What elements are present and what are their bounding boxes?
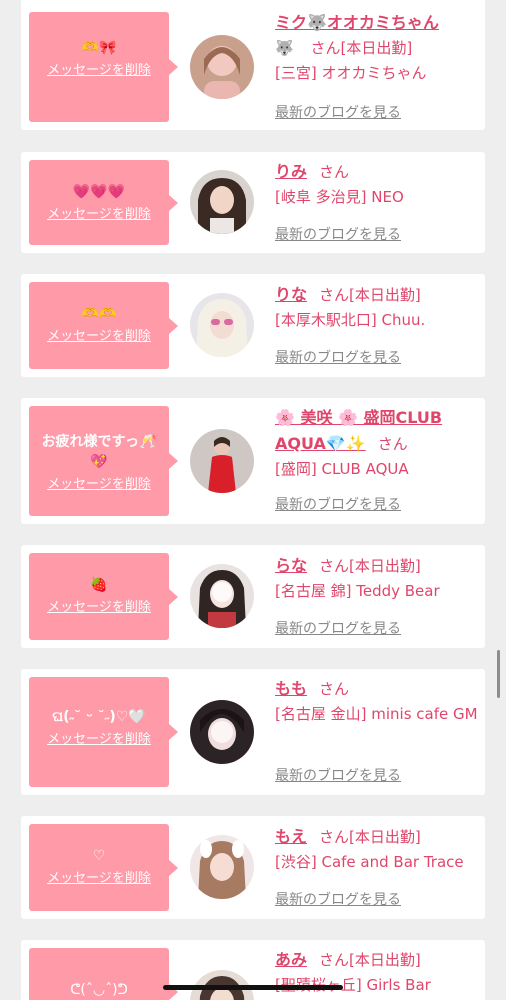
cast-info: ミク🐺オオカミちゃん 🐺 さん[本日出勤] [三宮] オオカミちゃん bbox=[275, 10, 480, 86]
avatar[interactable] bbox=[190, 700, 254, 764]
avatar[interactable] bbox=[190, 429, 254, 493]
message-bubble: 🫶🎀 メッセージを削除 bbox=[29, 12, 178, 122]
message-bubble: ଘ(˶˘ ᵕ ˘˶)♡🤍 メッセージを削除 bbox=[29, 677, 178, 787]
message-text: 🫶🫶 bbox=[81, 306, 117, 322]
cast-name-link[interactable]: もも bbox=[275, 679, 307, 698]
cast-name-link[interactable]: りな bbox=[275, 285, 307, 304]
avatar[interactable] bbox=[190, 293, 254, 357]
wolf-icon: 🐺 bbox=[275, 39, 294, 57]
message-bubble: 🍓 メッセージを削除 bbox=[29, 553, 178, 640]
shop-name: [岐阜 多治見] NEO bbox=[275, 188, 404, 206]
avatar[interactable] bbox=[190, 564, 254, 628]
shift-status: [本日出勤] bbox=[340, 39, 413, 57]
message-text: お疲れ様ですっ🥂💖 bbox=[41, 434, 157, 470]
list-item: ଘ(˶˘ ᵕ ˘˶)♡🤍 メッセージを削除 もも さん [名古屋 金山] mini… bbox=[21, 669, 485, 795]
cast-name-link[interactable]: らな bbox=[275, 556, 307, 575]
list-item: 🫶🫶 メッセージを削除 りな さん[本日出勤] [本厚木駅北口] Chuu. 最新… bbox=[21, 274, 485, 377]
cast-info: りみ さん [岐阜 多治見] NEO bbox=[275, 159, 480, 210]
delete-message-link[interactable]: メッセージを削除 bbox=[47, 62, 151, 80]
cast-info: りな さん[本日出勤] [本厚木駅北口] Chuu. bbox=[275, 282, 480, 333]
page: 🫶🎀 メッセージを削除 ミク🐺オオカミちゃん 🐺 さん[本日出勤] [三宮] オ… bbox=[0, 0, 506, 1000]
honorific: さん bbox=[319, 286, 350, 304]
delete-message-link[interactable]: メッセージを削除 bbox=[47, 870, 151, 888]
latest-blog-link[interactable]: 最新のブログを見る bbox=[275, 347, 401, 367]
latest-blog-link[interactable]: 最新のブログを見る bbox=[275, 618, 401, 638]
cast-name-link[interactable]: もえ bbox=[275, 827, 307, 846]
list-item: ᕦ(ˆ◡ˆ)ᕤ メッセージを削除 あみさん[本日出勤] [聖蹟桜ヶ丘] Girl… bbox=[21, 940, 485, 1000]
honorific: さん bbox=[310, 39, 341, 57]
cast-name-link[interactable]: 🌸 美咲 🌸 盛岡CLUB AQUA💎✨ bbox=[275, 408, 442, 453]
latest-blog-link[interactable]: 最新のブログを見る bbox=[275, 224, 401, 244]
shop-name: [名古屋 金山] minis cafe GM bbox=[275, 705, 478, 723]
home-indicator[interactable] bbox=[163, 985, 343, 990]
cast-info: あみ さん[本日出勤] [聖蹟桜ヶ丘] Girls Bar bbox=[275, 947, 480, 998]
message-text: ᕦ(ˆ◡ˆ)ᕤ bbox=[70, 982, 128, 998]
cast-name-link[interactable]: あみ bbox=[275, 950, 307, 969]
list-item: 🫶🎀 メッセージを削除 ミク🐺オオカミちゃん 🐺 さん[本日出勤] [三宮] オ… bbox=[21, 0, 485, 130]
latest-blog-link[interactable]: 最新のブログを見る bbox=[275, 494, 401, 514]
honorific: さん bbox=[319, 163, 350, 181]
latest-blog-link[interactable]: 最新のブログを見る bbox=[275, 765, 401, 785]
latest-blog-link[interactable]: 最新のブログを見る bbox=[275, 102, 401, 122]
cast-info: 🌸 美咲 🌸 盛岡CLUB AQUA💎✨ さん [盛岡] CLUB AQUA bbox=[275, 405, 480, 482]
cast-info: もえ さん[本日出勤] [渋谷] Cafe and Bar Trace bbox=[275, 824, 480, 875]
message-bubble: 🫶🫶 メッセージを削除 bbox=[29, 282, 178, 369]
list-item: 🍓 メッセージを削除 らな さん[本日出勤] [名古屋 錦] Teddy Bear… bbox=[21, 545, 485, 648]
avatar[interactable] bbox=[190, 835, 254, 899]
message-bubble: ♡ メッセージを削除 bbox=[29, 824, 178, 911]
shop-name: [渋谷] Cafe and Bar Trace bbox=[275, 853, 464, 871]
cast-info: もも さん [名古屋 金山] minis cafe GM bbox=[275, 676, 480, 727]
message-bubble: ᕦ(ˆ◡ˆ)ᕤ メッセージを削除 bbox=[29, 948, 178, 1000]
message-text: ♡ bbox=[92, 848, 106, 864]
message-text: 💗💗💗 bbox=[72, 184, 126, 200]
shop-name: [名古屋 錦] Teddy Bear bbox=[275, 582, 440, 600]
honorific: さん bbox=[319, 951, 350, 969]
cast-info: らな さん[本日出勤] [名古屋 錦] Teddy Bear bbox=[275, 553, 480, 604]
latest-blog-link[interactable]: 最新のブログを見る bbox=[275, 889, 401, 909]
message-text: ଘ(˶˘ ᵕ ˘˶)♡🤍 bbox=[52, 709, 146, 725]
honorific: さん bbox=[319, 828, 350, 846]
delete-message-link[interactable]: メッセージを削除 bbox=[47, 206, 151, 224]
honorific: さん bbox=[377, 435, 408, 453]
shift-status: [本日出勤] bbox=[349, 828, 421, 846]
cast-name-link[interactable]: りみ bbox=[275, 162, 307, 181]
avatar[interactable] bbox=[190, 170, 254, 234]
shop-name: [本厚木駅北口] Chuu. bbox=[275, 311, 426, 329]
scrollbar[interactable] bbox=[497, 650, 500, 698]
shift-status: [本日出勤] bbox=[349, 557, 421, 575]
message-text: 🫶🎀 bbox=[81, 40, 117, 56]
honorific: さん bbox=[319, 557, 350, 575]
list-item: お疲れ様ですっ🥂💖 メッセージを削除 🌸 美咲 🌸 盛岡CLUB AQUA💎✨ さ… bbox=[21, 398, 485, 524]
honorific: さん bbox=[319, 680, 350, 698]
avatar[interactable] bbox=[190, 35, 254, 99]
shop-name: [三宮] オオカミちゃん bbox=[275, 64, 427, 82]
delete-message-link[interactable]: メッセージを削除 bbox=[47, 731, 151, 749]
list-item: ♡ メッセージを削除 もえ さん[本日出勤] [渋谷] Cafe and Bar … bbox=[21, 816, 485, 919]
cast-name-link[interactable]: ミク🐺オオカミちゃん bbox=[275, 13, 439, 32]
message-text: 🍓 bbox=[90, 577, 108, 593]
delete-message-link[interactable]: メッセージを削除 bbox=[47, 328, 151, 346]
list-item: 💗💗💗 メッセージを削除 りみ さん [岐阜 多治見] NEO 最新のブログを見る bbox=[21, 152, 485, 253]
shift-status: [本日出勤] bbox=[349, 951, 421, 969]
shop-name: [盛岡] CLUB AQUA bbox=[275, 460, 409, 478]
message-bubble: 💗💗💗 メッセージを削除 bbox=[29, 160, 178, 245]
shift-status: [本日出勤] bbox=[349, 286, 421, 304]
delete-message-link[interactable]: メッセージを削除 bbox=[47, 599, 151, 617]
delete-message-link[interactable]: メッセージを削除 bbox=[47, 476, 151, 494]
message-bubble: お疲れ様ですっ🥂💖 メッセージを削除 bbox=[29, 406, 178, 516]
